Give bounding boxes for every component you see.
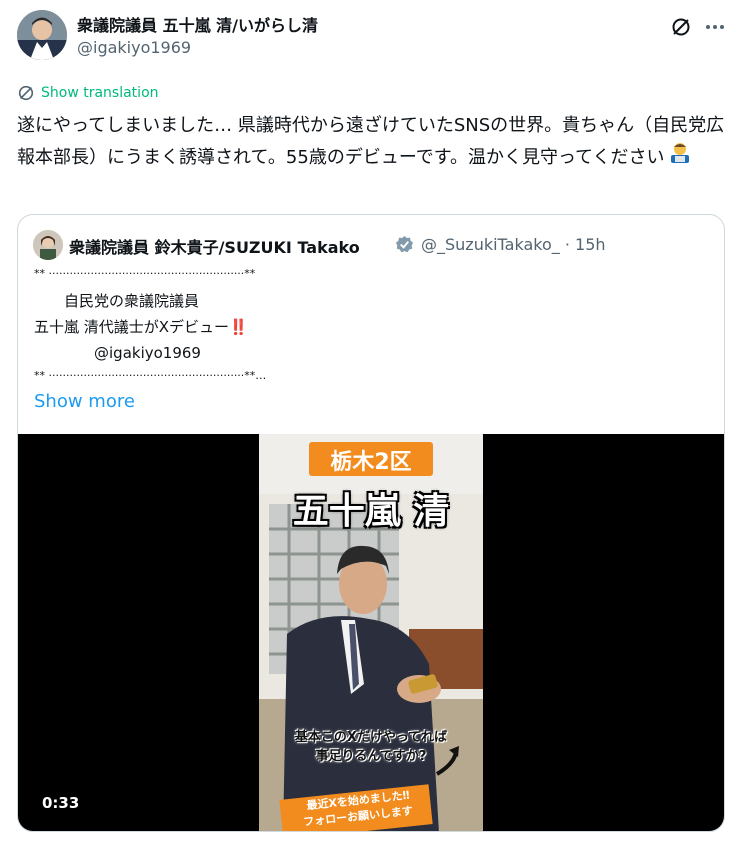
tweet-body: 遂にやってしまいました… 県議時代から遠ざけていたSNSの世界。貴ちゃん（自民党… bbox=[17, 115, 725, 168]
show-translation-link[interactable]: Show translation bbox=[17, 84, 159, 102]
quote-line: ** ·····································… bbox=[34, 369, 267, 382]
quote-author-handle[interactable]: @_SuzukiTakako_ bbox=[421, 235, 560, 254]
author-avatar[interactable] bbox=[17, 10, 67, 60]
show-more-link[interactable]: Show more bbox=[34, 391, 135, 412]
video-name-title: 五十嵐 清 bbox=[292, 491, 450, 532]
translate-icon bbox=[18, 85, 34, 101]
video-district-title: 栃木2区 bbox=[330, 450, 412, 475]
quote-line: @igakiyo1969 bbox=[34, 344, 201, 362]
video-frame: 栃木2区 五十嵐 清 基本このXだけやってれば 事足りるんですか? 最近Xを始め… bbox=[259, 434, 483, 831]
author-name[interactable]: 衆議院議員 五十嵐 清/いがらし清 bbox=[77, 12, 318, 36]
person-working-emoji-icon bbox=[667, 141, 693, 175]
quote-line: 五十嵐 清代議士がXデビュー‼️ bbox=[34, 318, 248, 336]
verified-badge-icon bbox=[395, 235, 414, 258]
video-timestamp: 0:33 bbox=[42, 794, 80, 812]
more-icon[interactable] bbox=[698, 10, 732, 44]
quote-line: ** ·····································… bbox=[34, 267, 256, 280]
tweet-text: 遂にやってしまいました… 県議時代から遠ざけていたSNSの世界。貴ちゃん（自民党… bbox=[17, 110, 727, 175]
video-caption-1: 基本このXだけやってれば bbox=[294, 730, 448, 745]
quote-author-name[interactable]: 衆議院議員 鈴木貴子/SUZUKI Takako bbox=[69, 234, 360, 258]
video-caption-2: 事足りるんですか? bbox=[315, 749, 427, 764]
grok-icon[interactable] bbox=[664, 10, 698, 44]
quote-meta: @_SuzukiTakako_ · 15h bbox=[421, 235, 606, 254]
quoted-tweet[interactable]: 衆議院議員 鈴木貴子/SUZUKI Takako @_SuzukiTakako_… bbox=[17, 214, 725, 832]
show-translation-label: Show translation bbox=[41, 85, 159, 101]
author-handle[interactable]: @igakiyo1969 bbox=[77, 38, 191, 57]
quote-line: 自民党の衆議院議員 bbox=[34, 292, 200, 310]
video-player[interactable]: 栃木2区 五十嵐 清 基本このXだけやってれば 事足りるんですか? 最近Xを始め… bbox=[18, 434, 724, 831]
quote-author-avatar[interactable] bbox=[33, 230, 63, 260]
quote-time[interactable]: · 15h bbox=[565, 235, 606, 254]
